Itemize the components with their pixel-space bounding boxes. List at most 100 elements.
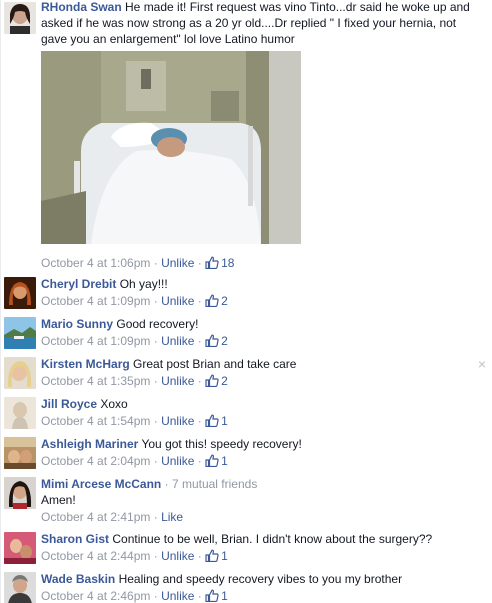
comment-body: Ashleigh Mariner You got this! speedy re… (41, 436, 479, 469)
comment-item: Jill Royce Xoxo October 4 at 1:54pm · Un… (1, 396, 492, 432)
close-icon[interactable]: × (478, 356, 486, 372)
like-count[interactable]: 1 (205, 414, 228, 428)
comment-timestamp[interactable]: October 4 at 1:35pm (41, 374, 150, 388)
thumbs-up-icon (205, 589, 219, 602)
comment-author[interactable]: Ashleigh Mariner (41, 437, 138, 451)
comment-item: Mario Sunny Good recovery! October 4 at … (1, 316, 492, 352)
thumbs-up-icon (205, 454, 219, 467)
comment-body: Mario Sunny Good recovery! October 4 at … (41, 316, 479, 349)
comment-author[interactable]: Sharon Gist (41, 532, 109, 546)
thumbs-up-icon (205, 294, 219, 307)
avatar[interactable] (4, 397, 36, 429)
thumbs-up-icon (205, 256, 219, 269)
avatar[interactable] (4, 437, 36, 469)
comment-item: Wade Baskin Healing and speedy recovery … (1, 571, 492, 603)
unlike-link[interactable]: Unlike (161, 256, 194, 270)
avatar-image (4, 532, 36, 564)
comment-meta: October 4 at 1:35pm · Unlike · 2 (41, 374, 228, 388)
comment-thread: RHonda Swan He made it! First request wa… (0, 0, 492, 603)
comment-author[interactable]: Wade Baskin (41, 572, 115, 586)
comment-body: RHonda Swan He made it! First request wa… (41, 0, 479, 47)
comment-timestamp[interactable]: October 4 at 1:06pm (41, 256, 150, 270)
comment-body: Cheryl Drebit Oh yay!!! October 4 at 1:0… (41, 276, 479, 309)
avatar[interactable] (4, 2, 36, 34)
comment-meta: October 4 at 1:09pm · Unlike · 2 (41, 294, 228, 308)
avatar-image (4, 437, 36, 469)
unlike-link[interactable]: Unlike (161, 549, 194, 563)
avatar[interactable] (4, 317, 36, 349)
comment-timestamp[interactable]: October 4 at 2:04pm (41, 454, 150, 468)
comment-item: Mimi Arcese McCann · 7 mutual friends Am… (1, 476, 492, 528)
comment-item: RHonda Swan He made it! First request wa… (1, 0, 492, 272)
attached-photo[interactable] (41, 51, 301, 244)
mutual-friends[interactable]: · 7 mutual friends (165, 477, 258, 491)
comment-body: Sharon Gist Continue to be well, Brian. … (41, 531, 479, 564)
comment-body: Jill Royce Xoxo October 4 at 1:54pm · Un… (41, 396, 479, 429)
like-count[interactable]: 1 (205, 454, 228, 468)
avatar[interactable] (4, 277, 36, 309)
avatar-image (4, 477, 36, 509)
comment-item: Sharon Gist Continue to be well, Brian. … (1, 531, 492, 567)
unlike-link[interactable]: Unlike (161, 414, 194, 428)
thumbs-up-icon (205, 549, 219, 562)
comment-body: Wade Baskin Healing and speedy recovery … (41, 571, 479, 603)
unlike-link[interactable]: Unlike (161, 294, 194, 308)
comment-meta: October 4 at 2:41pm · Like (41, 510, 184, 524)
comment-author[interactable]: Jill Royce (41, 397, 97, 411)
avatar[interactable] (4, 532, 36, 564)
comment-body: Mimi Arcese McCann · 7 mutual friends Am… (41, 476, 479, 525)
comment-timestamp[interactable]: October 4 at 2:44pm (41, 549, 150, 563)
comment-meta: October 4 at 2:44pm · Unlike · 1 (41, 549, 228, 563)
comment-meta: October 4 at 1:54pm · Unlike · 1 (41, 414, 228, 428)
unlike-link[interactable]: Unlike (161, 374, 194, 388)
comment-author[interactable]: Mimi Arcese McCann (41, 477, 161, 491)
like-count[interactable]: 2 (205, 334, 228, 348)
comment-author[interactable]: Kirsten McHarg (41, 357, 130, 371)
comment-text: Continue to be well, Brian. I didn't kno… (112, 532, 433, 546)
like-count[interactable]: 18 (205, 256, 234, 270)
unlike-link[interactable]: Unlike (161, 589, 194, 603)
comment-timestamp[interactable]: October 4 at 1:09pm (41, 334, 150, 348)
comment-text: Amen! (41, 493, 76, 507)
comment-item: Kirsten McHarg Great post Brian and take… (1, 356, 492, 392)
thumbs-up-icon (205, 374, 219, 387)
comment-item: Cheryl Drebit Oh yay!!! October 4 at 1:0… (1, 276, 492, 312)
comment-text: Healing and speedy recovery vibes to you… (118, 572, 403, 586)
unlike-link[interactable]: Unlike (161, 334, 194, 348)
like-count[interactable]: 2 (205, 374, 228, 388)
avatar[interactable] (4, 477, 36, 509)
like-count[interactable]: 1 (205, 589, 228, 603)
comment-meta: October 4 at 1:09pm · Unlike · 2 (41, 334, 228, 348)
avatar-image (4, 2, 36, 34)
avatar[interactable] (4, 357, 36, 389)
comment-text: Xoxo (100, 397, 128, 411)
thumbs-up-icon (205, 414, 219, 427)
comment-timestamp[interactable]: October 4 at 1:09pm (41, 294, 150, 308)
comment-item: Ashleigh Mariner You got this! speedy re… (1, 436, 492, 472)
comment-text: Oh yay!!! (119, 277, 168, 291)
comment-meta: October 4 at 2:04pm · Unlike · 1 (41, 454, 228, 468)
comment-meta: October 4 at 1:06pm · Unlike · 18 (41, 256, 235, 270)
hospital-photo (41, 51, 301, 244)
avatar-image (4, 277, 36, 309)
comment-author[interactable]: Mario Sunny (41, 317, 113, 331)
comment-author[interactable]: RHonda Swan (41, 0, 122, 14)
comment-timestamp[interactable]: October 4 at 1:54pm (41, 414, 150, 428)
comment-text: Great post Brian and take care (133, 357, 297, 371)
comment-body: Kirsten McHarg Great post Brian and take… (41, 356, 479, 389)
thumbs-up-icon (205, 334, 219, 347)
comment-timestamp[interactable]: October 4 at 2:46pm (41, 589, 150, 603)
comment-timestamp[interactable]: October 4 at 2:41pm (41, 510, 150, 524)
unlike-link[interactable]: Unlike (161, 454, 194, 468)
comment-author[interactable]: Cheryl Drebit (41, 277, 116, 291)
like-link[interactable]: Like (161, 510, 183, 524)
avatar-image (4, 317, 36, 349)
like-count[interactable]: 2 (205, 294, 228, 308)
avatar-image (4, 357, 36, 389)
avatar[interactable] (4, 572, 36, 603)
comment-meta: October 4 at 2:46pm · Unlike · 1 (41, 589, 228, 603)
avatar-image (4, 572, 36, 603)
comment-text: Good recovery! (116, 317, 199, 331)
comment-text: You got this! speedy recovery! (141, 437, 302, 451)
like-count[interactable]: 1 (205, 549, 228, 563)
